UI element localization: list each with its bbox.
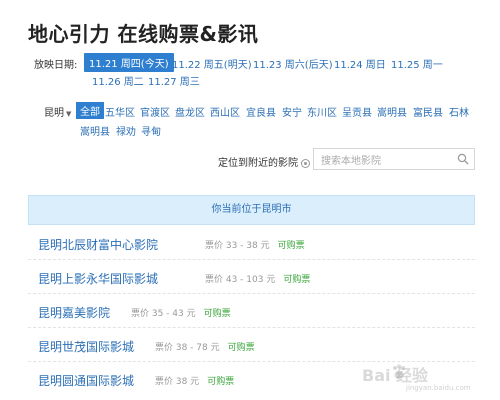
cinema-price: 票价 43 - 103 元	[205, 275, 276, 285]
location-icon	[301, 158, 310, 168]
district-xundian[interactable]: 寻甸	[141, 123, 161, 138]
cinema-name-link[interactable]: 昆明嘉美影院	[38, 304, 110, 321]
search-input[interactable]	[319, 151, 453, 172]
district-shilin[interactable]: 石林	[449, 104, 469, 119]
buy-ticket-link[interactable]: 可购票	[204, 309, 231, 319]
buy-ticket-link[interactable]: 可购票	[228, 343, 255, 353]
chevron-down-icon: ▼	[66, 110, 72, 118]
city-selector[interactable]: 昆明 ▼	[44, 104, 71, 119]
paw-icon	[393, 364, 405, 379]
district-fumin[interactable]: 富民县	[413, 104, 443, 119]
date-option-wednesday[interactable]: 11.27 周三	[148, 73, 200, 88]
district-panlong[interactable]: 盘龙区	[175, 104, 205, 119]
district-guandu[interactable]: 官渡区	[140, 104, 170, 119]
locate-nearby-link[interactable]: 定位到附近的影院	[218, 154, 310, 169]
district-xishan[interactable]: 西山区	[210, 104, 240, 119]
cinema-name-link[interactable]: 昆明世茂国际影城	[38, 338, 134, 355]
cinema-row: 昆明上影永华国际影城 票价 43 - 103 元可购票	[28, 260, 475, 294]
date-option-tomorrow[interactable]: 11.22 周五(明天)	[172, 56, 252, 71]
district-chenggong[interactable]: 呈贡县	[342, 104, 372, 119]
date-option-monday[interactable]: 11.25 周一	[391, 56, 443, 71]
cinema-price: 票价 33 - 38 元	[205, 241, 270, 251]
cinema-price: 票价 38 元	[155, 377, 200, 387]
buy-ticket-link[interactable]: 可购票	[283, 275, 310, 285]
locate-label: 定位到附近的影院	[218, 158, 298, 169]
page-title: 地心引力 在线购票&影讯	[28, 22, 259, 46]
cinema-meta: 票价 38 元可购票	[155, 374, 234, 387]
district-yiliang[interactable]: 宜良县	[246, 104, 276, 119]
district-songming[interactable]: 嵩明县	[377, 104, 407, 119]
district-luquan[interactable]: 禄劝	[116, 123, 136, 138]
cinema-meta: 票价 38 - 78 元可购票	[155, 340, 255, 353]
date-option-sunday[interactable]: 11.24 周日	[334, 56, 386, 71]
buy-ticket-link[interactable]: 可购票	[278, 241, 305, 251]
location-banner: 你当前位于昆明市	[28, 195, 475, 225]
buy-ticket-link[interactable]: 可购票	[207, 377, 234, 387]
cinema-row: 昆明嘉美影院 票价 35 - 43 元可购票	[28, 294, 475, 328]
district-dongchuan[interactable]: 东川区	[307, 104, 337, 119]
district-anning[interactable]: 安宁	[282, 104, 302, 119]
district-songming-2[interactable]: 嵩明县	[80, 123, 110, 138]
district-wuhua[interactable]: 五华区	[105, 104, 135, 119]
cinema-meta: 票价 35 - 43 元可购票	[131, 306, 231, 319]
cinema-price: 票价 35 - 43 元	[131, 309, 196, 319]
search-box	[313, 148, 475, 172]
date-row-label: 放映日期:	[34, 60, 78, 71]
cinema-price: 票价 38 - 78 元	[155, 343, 220, 353]
cinema-meta: 票价 33 - 38 元可购票	[205, 238, 305, 251]
city-name: 昆明	[44, 108, 64, 119]
cinema-name-link[interactable]: 昆明上影永华国际影城	[38, 270, 158, 287]
district-all[interactable]: 全部	[76, 102, 104, 119]
date-option-day-after[interactable]: 11.23 周六(后天)	[253, 56, 333, 71]
watermark-url: jingyan.baidu.com	[406, 384, 471, 392]
cinema-meta: 票价 43 - 103 元可购票	[205, 272, 310, 285]
baidu-jingyan-watermark: Bai 经验 jingyan.baidu.com	[362, 362, 482, 392]
cinema-name-link[interactable]: 昆明北辰财富中心影院	[38, 236, 158, 253]
date-option-tuesday[interactable]: 11.26 周二	[92, 73, 144, 88]
search-icon[interactable]	[457, 153, 469, 165]
cinema-row: 昆明世茂国际影城 票价 38 - 78 元可购票	[28, 328, 475, 362]
date-option-today[interactable]: 11.21 周四(今天)	[84, 53, 174, 72]
cinema-name-link[interactable]: 昆明圆通国际影城	[38, 372, 134, 389]
cinema-row: 昆明北辰财富中心影院 票价 33 - 38 元可购票	[28, 226, 475, 260]
